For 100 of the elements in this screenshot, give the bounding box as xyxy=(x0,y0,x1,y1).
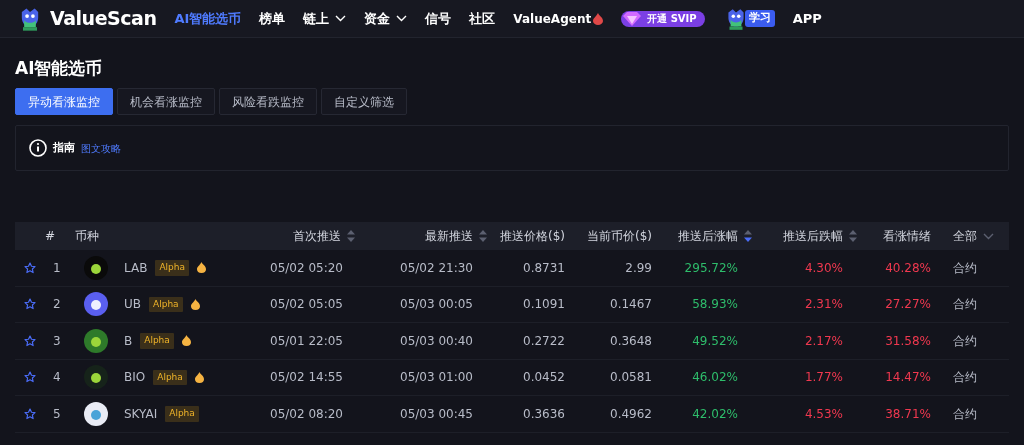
learn-button[interactable]: 学习 xyxy=(722,5,775,32)
rank-cell-text: 4 xyxy=(52,369,62,387)
sort-icon[interactable] xyxy=(744,230,752,242)
alpha-badge: Alpha xyxy=(149,296,183,312)
column-header: 币种 xyxy=(75,228,99,245)
guide-label: 指南 xyxy=(53,139,75,156)
rank-cell-text: 1 xyxy=(52,259,62,277)
nav-link[interactable]: 社区 xyxy=(469,8,496,29)
chevron-down-icon xyxy=(335,15,347,22)
table-cell-text: 295.72% xyxy=(683,259,739,277)
column-header[interactable]: 推送后跌幅 xyxy=(783,227,843,245)
table-cell-text: 05/02 14:55 xyxy=(270,369,344,387)
column-header: 推送价格($) xyxy=(500,228,565,245)
column-header[interactable]: 全部 xyxy=(953,227,977,245)
nav-link[interactable]: AI智能选币 xyxy=(174,8,242,29)
guide-link[interactable]: 图文攻略 xyxy=(81,140,121,156)
table-cell-text: 14.47% xyxy=(884,369,931,387)
filter-tab[interactable]: 异动看涨监控 xyxy=(15,88,113,115)
filter-tab[interactable]: 风险看跌监控 xyxy=(219,88,317,115)
brand-name: ValueScan xyxy=(50,6,157,32)
coin-symbol: BIO xyxy=(124,369,146,387)
table-cell-text: 合约 xyxy=(952,405,978,423)
nav-menu[interactable]: 链上 xyxy=(303,8,347,29)
table-cell-text: 0.0581 xyxy=(609,369,652,387)
table-cell-text: 4.30% xyxy=(803,259,844,277)
table-cell-text: 46.02% xyxy=(691,369,739,387)
alpha-badge: Alpha xyxy=(140,333,174,349)
chevron-down-icon xyxy=(983,232,994,240)
table-cell-text: 0.4962 xyxy=(609,405,652,423)
table-cell-text: 0.8731 xyxy=(522,259,565,277)
table-cell-text: 合约 xyxy=(952,296,978,314)
sort-icon[interactable] xyxy=(347,230,355,242)
coin-symbol: B xyxy=(124,332,133,350)
alpha-badge: Alpha xyxy=(153,369,187,385)
table-cell-text: 42.02% xyxy=(691,405,739,423)
rank-cell-text: 5 xyxy=(52,405,62,423)
coin-icon xyxy=(84,365,108,390)
rank-cell-text: 2 xyxy=(52,296,62,314)
table-cell-text: 4.53% xyxy=(803,405,844,423)
diamond-icon xyxy=(621,10,644,27)
table-cell-text: 0.3636 xyxy=(522,405,565,423)
table-cell-text: 0.1467 xyxy=(609,296,652,314)
chevron-down-icon xyxy=(396,15,408,22)
nav-link[interactable]: APP xyxy=(792,8,822,29)
page-title: AI智能选币 xyxy=(15,57,104,80)
coin-icon xyxy=(84,328,108,353)
table-cell-text: 2.99 xyxy=(624,259,652,277)
info-icon xyxy=(29,139,47,157)
coin-icon xyxy=(84,292,108,317)
nav-link[interactable]: 榜单 xyxy=(259,8,286,29)
table-cell-text: 38.71% xyxy=(884,405,931,423)
nav-menu[interactable]: 资金 xyxy=(364,8,408,29)
table-cell-text: 合约 xyxy=(952,332,978,350)
table-cell-text: 0.3648 xyxy=(609,332,652,350)
column-header: 看涨情绪 xyxy=(883,228,931,245)
table-cell-text: 05/02 08:20 xyxy=(270,405,344,423)
table-cell-text: 0.0452 xyxy=(522,369,565,387)
alpha-badge: Alpha xyxy=(165,406,199,422)
star-icon[interactable] xyxy=(24,407,36,420)
column-header[interactable]: 首次推送 xyxy=(293,227,341,245)
nav-link[interactable]: 信号 xyxy=(425,8,452,29)
table-cell-text: 40.28% xyxy=(884,259,931,277)
nav-link[interactable]: ValueAgent xyxy=(513,9,604,28)
column-header[interactable]: 最新推送 xyxy=(425,227,473,245)
column-header: 当前币价($) xyxy=(587,228,652,245)
table-cell-text: 27.27% xyxy=(884,296,931,314)
filter-tab[interactable]: 机会看涨监控 xyxy=(117,88,215,115)
vip-button[interactable]: 开通 SVIP xyxy=(621,10,705,27)
table-cell-text: 05/02 05:20 xyxy=(270,259,344,277)
table-cell-text: 05/03 01:00 xyxy=(399,369,474,387)
rank-cell-text: 3 xyxy=(52,332,62,350)
star-icon[interactable] xyxy=(24,261,36,274)
table-cell-text: 合约 xyxy=(952,369,978,387)
table-cell-text: 0.1091 xyxy=(522,296,565,314)
table-cell-text: 05/02 21:30 xyxy=(399,259,474,277)
filter-tab[interactable]: 自定义筛选 xyxy=(321,88,407,115)
coin-icon xyxy=(84,401,108,426)
table-cell-text: 1.77% xyxy=(803,369,844,387)
table-cell-text: 05/01 22:05 xyxy=(270,332,344,350)
table-cell-text: 31.58% xyxy=(884,332,931,350)
coin-symbol: LAB xyxy=(124,259,148,277)
column-header: # xyxy=(45,228,56,245)
column-header[interactable]: 推送后涨幅 xyxy=(678,227,738,245)
table-cell-text: 05/03 00:45 xyxy=(399,405,474,423)
table-cell-text: 05/03 00:40 xyxy=(399,332,474,350)
table-cell-text: 58.93% xyxy=(691,296,739,314)
table-cell-text: 49.52% xyxy=(691,332,739,350)
sort-icon[interactable] xyxy=(849,230,857,242)
star-icon[interactable] xyxy=(24,371,36,384)
table-cell-text: 0.2722 xyxy=(522,332,565,350)
table-cell-text: 2.31% xyxy=(803,296,844,314)
table-cell-text: 05/02 05:05 xyxy=(270,296,344,314)
sort-icon[interactable] xyxy=(479,230,487,242)
table-cell-text: 2.17% xyxy=(803,332,844,350)
coin-symbol: UB xyxy=(124,296,141,314)
alpha-badge: Alpha xyxy=(155,260,189,276)
coin-symbol: SKYAI xyxy=(124,405,158,423)
table-cell-text: 05/03 00:05 xyxy=(399,296,474,314)
star-icon[interactable] xyxy=(24,298,36,311)
star-icon[interactable] xyxy=(24,334,36,347)
